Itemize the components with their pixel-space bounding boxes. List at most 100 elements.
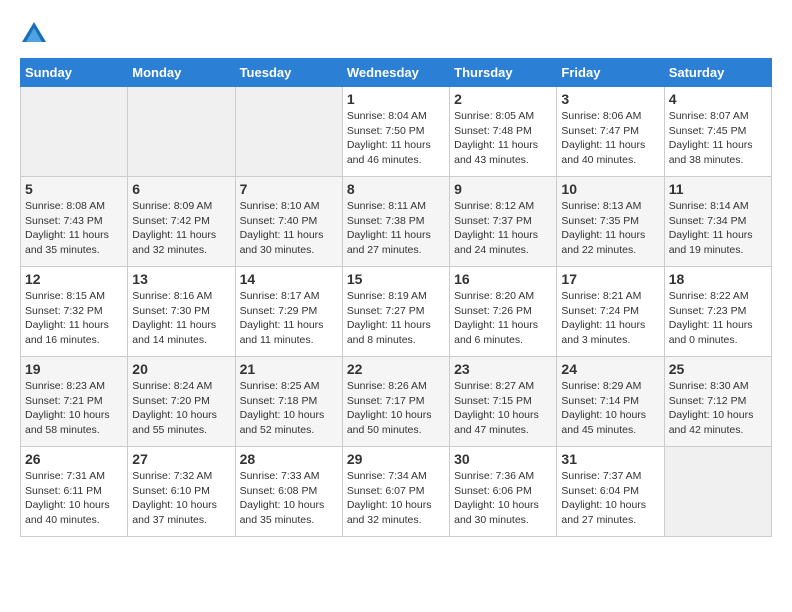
day-number: 6 (132, 181, 230, 197)
calendar-cell: 8 Sunrise: 8:11 AM Sunset: 7:38 PM Daylig… (342, 177, 449, 267)
calendar-week-1: 1 Sunrise: 8:04 AM Sunset: 7:50 PM Daylig… (21, 87, 772, 177)
weekday-header-monday: Monday (128, 59, 235, 87)
day-number: 26 (25, 451, 123, 467)
calendar-cell: 31 Sunrise: 7:37 AM Sunset: 6:04 PM Dayli… (557, 447, 664, 537)
weekday-header-saturday: Saturday (664, 59, 771, 87)
calendar-cell: 13 Sunrise: 8:16 AM Sunset: 7:30 PM Dayli… (128, 267, 235, 357)
calendar-table: SundayMondayTuesdayWednesdayThursdayFrid… (20, 58, 772, 537)
day-number: 13 (132, 271, 230, 287)
day-info: Sunrise: 8:08 AM Sunset: 7:43 PM Dayligh… (25, 199, 123, 258)
calendar-cell: 1 Sunrise: 8:04 AM Sunset: 7:50 PM Daylig… (342, 87, 449, 177)
calendar-cell: 9 Sunrise: 8:12 AM Sunset: 7:37 PM Daylig… (450, 177, 557, 267)
day-info: Sunrise: 8:05 AM Sunset: 7:48 PM Dayligh… (454, 109, 552, 168)
calendar-cell: 21 Sunrise: 8:25 AM Sunset: 7:18 PM Dayli… (235, 357, 342, 447)
weekday-header-wednesday: Wednesday (342, 59, 449, 87)
day-number: 28 (240, 451, 338, 467)
weekday-header-sunday: Sunday (21, 59, 128, 87)
calendar-cell: 24 Sunrise: 8:29 AM Sunset: 7:14 PM Dayli… (557, 357, 664, 447)
calendar-cell: 3 Sunrise: 8:06 AM Sunset: 7:47 PM Daylig… (557, 87, 664, 177)
weekday-header-friday: Friday (557, 59, 664, 87)
day-number: 5 (25, 181, 123, 197)
logo (20, 20, 52, 48)
day-number: 1 (347, 91, 445, 107)
calendar-cell: 17Sunrise: 8:21 AM Sunset: 7:24 PM Dayli… (557, 267, 664, 357)
day-number: 16 (454, 271, 552, 287)
day-info: Sunrise: 8:27 AM Sunset: 7:15 PM Dayligh… (454, 379, 552, 438)
day-info: Sunrise: 8:22 AM Sunset: 7:23 PM Dayligh… (669, 289, 767, 348)
calendar-cell: 18 Sunrise: 8:22 AM Sunset: 7:23 PM Dayli… (664, 267, 771, 357)
day-number: 8 (347, 181, 445, 197)
day-info: Sunrise: 8:20 AM Sunset: 7:26 PM Dayligh… (454, 289, 552, 348)
page-header (20, 20, 772, 48)
day-number: 21 (240, 361, 338, 377)
calendar-cell: 16 Sunrise: 8:20 AM Sunset: 7:26 PM Dayli… (450, 267, 557, 357)
calendar-cell: 5 Sunrise: 8:08 AM Sunset: 7:43 PM Daylig… (21, 177, 128, 267)
calendar-cell: 4 Sunrise: 8:07 AM Sunset: 7:45 PM Daylig… (664, 87, 771, 177)
day-number: 23 (454, 361, 552, 377)
calendar-cell: 7Sunrise: 8:10 AM Sunset: 7:40 PM Daylig… (235, 177, 342, 267)
day-info: Sunrise: 8:09 AM Sunset: 7:42 PM Dayligh… (132, 199, 230, 258)
calendar-cell (235, 87, 342, 177)
calendar-cell: 6 Sunrise: 8:09 AM Sunset: 7:42 PM Daylig… (128, 177, 235, 267)
day-info: Sunrise: 7:31 AM Sunset: 6:11 PM Dayligh… (25, 469, 123, 528)
day-number: 27 (132, 451, 230, 467)
day-info: Sunrise: 8:17 AM Sunset: 7:29 PM Dayligh… (240, 289, 338, 348)
day-info: Sunrise: 8:07 AM Sunset: 7:45 PM Dayligh… (669, 109, 767, 168)
day-info: Sunrise: 7:37 AM Sunset: 6:04 PM Dayligh… (561, 469, 659, 528)
day-info: Sunrise: 8:06 AM Sunset: 7:47 PM Dayligh… (561, 109, 659, 168)
calendar-cell: 22 Sunrise: 8:26 AM Sunset: 7:17 PM Dayli… (342, 357, 449, 447)
day-info: Sunrise: 8:04 AM Sunset: 7:50 PM Dayligh… (347, 109, 445, 168)
day-number: 9 (454, 181, 552, 197)
day-number: 2 (454, 91, 552, 107)
calendar-week-4: 19Sunrise: 8:23 AM Sunset: 7:21 PM Dayli… (21, 357, 772, 447)
logo-icon (20, 20, 48, 48)
day-info: Sunrise: 8:15 AM Sunset: 7:32 PM Dayligh… (25, 289, 123, 348)
day-info: Sunrise: 8:25 AM Sunset: 7:18 PM Dayligh… (240, 379, 338, 438)
calendar-cell: 19Sunrise: 8:23 AM Sunset: 7:21 PM Dayli… (21, 357, 128, 447)
calendar-cell: 30 Sunrise: 7:36 AM Sunset: 6:06 PM Dayli… (450, 447, 557, 537)
calendar-cell: 23 Sunrise: 8:27 AM Sunset: 7:15 PM Dayli… (450, 357, 557, 447)
day-number: 18 (669, 271, 767, 287)
calendar-cell: 12 Sunrise: 8:15 AM Sunset: 7:32 PM Dayli… (21, 267, 128, 357)
day-info: Sunrise: 8:12 AM Sunset: 7:37 PM Dayligh… (454, 199, 552, 258)
calendar-cell: 11 Sunrise: 8:14 AM Sunset: 7:34 PM Dayli… (664, 177, 771, 267)
day-info: Sunrise: 8:19 AM Sunset: 7:27 PM Dayligh… (347, 289, 445, 348)
weekday-header-tuesday: Tuesday (235, 59, 342, 87)
day-number: 11 (669, 181, 767, 197)
day-number: 10 (561, 181, 659, 197)
day-number: 29 (347, 451, 445, 467)
day-number: 17 (561, 271, 659, 287)
day-info: Sunrise: 8:16 AM Sunset: 7:30 PM Dayligh… (132, 289, 230, 348)
calendar-week-3: 12 Sunrise: 8:15 AM Sunset: 7:32 PM Dayli… (21, 267, 772, 357)
day-info: Sunrise: 8:10 AM Sunset: 7:40 PM Dayligh… (240, 199, 338, 258)
day-number: 25 (669, 361, 767, 377)
calendar-cell: 14Sunrise: 8:17 AM Sunset: 7:29 PM Dayli… (235, 267, 342, 357)
calendar-week-5: 26 Sunrise: 7:31 AM Sunset: 6:11 PM Dayli… (21, 447, 772, 537)
day-number: 20 (132, 361, 230, 377)
day-number: 22 (347, 361, 445, 377)
day-info: Sunrise: 7:32 AM Sunset: 6:10 PM Dayligh… (132, 469, 230, 528)
calendar-cell: 15Sunrise: 8:19 AM Sunset: 7:27 PM Dayli… (342, 267, 449, 357)
day-info: Sunrise: 8:26 AM Sunset: 7:17 PM Dayligh… (347, 379, 445, 438)
day-info: Sunrise: 8:23 AM Sunset: 7:21 PM Dayligh… (25, 379, 123, 438)
day-info: Sunrise: 8:14 AM Sunset: 7:34 PM Dayligh… (669, 199, 767, 258)
day-info: Sunrise: 7:36 AM Sunset: 6:06 PM Dayligh… (454, 469, 552, 528)
day-number: 30 (454, 451, 552, 467)
calendar-cell: 10Sunrise: 8:13 AM Sunset: 7:35 PM Dayli… (557, 177, 664, 267)
calendar-cell (128, 87, 235, 177)
day-info: Sunrise: 7:34 AM Sunset: 6:07 PM Dayligh… (347, 469, 445, 528)
day-number: 3 (561, 91, 659, 107)
calendar-cell (664, 447, 771, 537)
day-number: 4 (669, 91, 767, 107)
calendar-cell: 29 Sunrise: 7:34 AM Sunset: 6:07 PM Dayli… (342, 447, 449, 537)
calendar-cell: 20Sunrise: 8:24 AM Sunset: 7:20 PM Dayli… (128, 357, 235, 447)
day-number: 12 (25, 271, 123, 287)
day-info: Sunrise: 8:11 AM Sunset: 7:38 PM Dayligh… (347, 199, 445, 258)
day-info: Sunrise: 8:29 AM Sunset: 7:14 PM Dayligh… (561, 379, 659, 438)
calendar-cell (21, 87, 128, 177)
day-number: 31 (561, 451, 659, 467)
calendar-week-2: 5 Sunrise: 8:08 AM Sunset: 7:43 PM Daylig… (21, 177, 772, 267)
day-number: 24 (561, 361, 659, 377)
day-info: Sunrise: 7:33 AM Sunset: 6:08 PM Dayligh… (240, 469, 338, 528)
calendar-cell: 25Sunrise: 8:30 AM Sunset: 7:12 PM Dayli… (664, 357, 771, 447)
